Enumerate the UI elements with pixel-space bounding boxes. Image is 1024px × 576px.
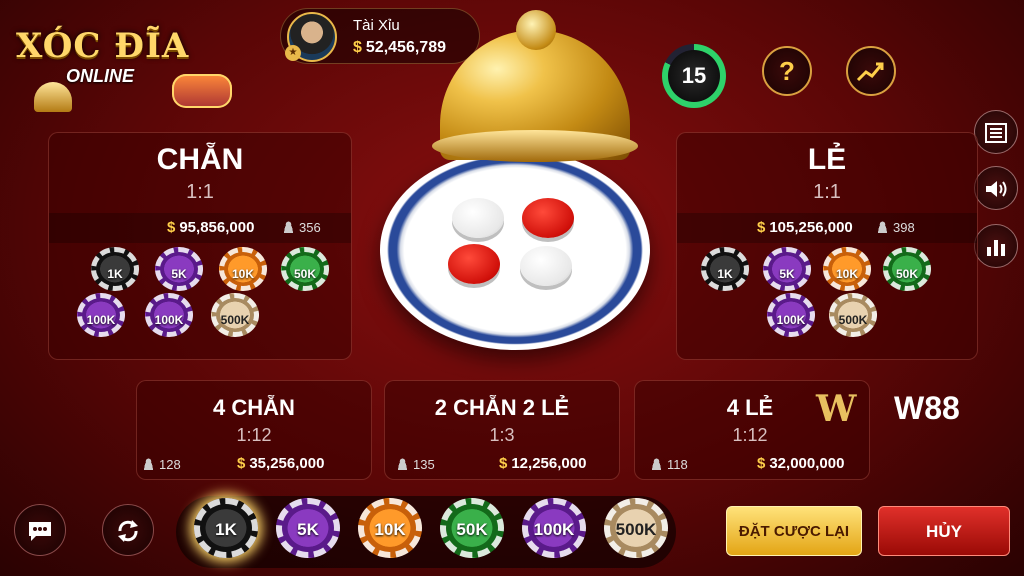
stats-icon xyxy=(987,240,1005,256)
player-balance: $52,456,789 xyxy=(353,39,446,56)
chip-select-1k[interactable]: 1K xyxy=(194,498,258,558)
trend-button[interactable] xyxy=(846,46,896,96)
chip-select-50k[interactable]: 50K xyxy=(440,498,504,558)
chat-icon xyxy=(29,522,51,541)
chip-100k[interactable]: 100K xyxy=(145,293,193,337)
countdown-timer: 15 xyxy=(662,44,726,108)
bet-stats: $95,856,000 356 xyxy=(49,213,351,243)
help-button[interactable]: ? xyxy=(762,46,812,96)
disc-white xyxy=(520,246,572,286)
chip-100k[interactable]: 100K xyxy=(77,293,125,337)
disc-red xyxy=(448,244,500,284)
stats-button[interactable] xyxy=(974,224,1018,268)
sound-button[interactable] xyxy=(974,166,1018,210)
bet-total-money: $35,256,000 xyxy=(237,455,325,472)
disc-red xyxy=(522,198,574,238)
logo-title: XÓC ĐĨA xyxy=(16,26,190,66)
timer-value: 15 xyxy=(668,50,720,102)
game-logo: XÓC ĐĨA ONLINE xyxy=(12,22,232,112)
bet-player-count: 118 xyxy=(651,457,688,472)
bet-total-money: $105,256,000 xyxy=(757,219,853,236)
bet-panel-chan[interactable]: CHẴN 1:1 $95,856,000 356 1K 5K 10K 50K 1… xyxy=(48,132,352,360)
person-icon xyxy=(283,221,294,233)
chip-select-100k[interactable]: 100K xyxy=(522,498,586,558)
chat-button[interactable] xyxy=(14,504,66,556)
bet-total-money: $12,256,000 xyxy=(499,455,587,472)
bet-panel-le[interactable]: LẺ 1:1 $105,256,000 398 1K 5K 10K 50K 10… xyxy=(676,132,978,360)
bet-panel-two-chan-two-le[interactable]: 2 CHẴN 2 LẺ 1:3 135 $12,256,000 xyxy=(384,380,620,480)
player-name: Tài Xỉu xyxy=(353,17,400,34)
chip-500k[interactable]: 500K xyxy=(211,293,259,337)
chip-50k[interactable]: 50K xyxy=(883,247,931,291)
refresh-icon xyxy=(118,520,138,542)
logo-bowl-icon xyxy=(34,82,72,112)
golden-bowl-rim xyxy=(432,130,638,162)
logo-subtitle: ONLINE xyxy=(66,66,135,86)
cancel-button[interactable]: HỦY xyxy=(878,506,1010,556)
bet-stats: $105,256,000 398 xyxy=(677,213,977,243)
bet-odds: 1:1 xyxy=(186,181,214,203)
bet-title: 2 CHẴN 2 LẺ xyxy=(434,395,570,420)
chip-100k[interactable]: 100K xyxy=(767,293,815,337)
bet-total-money: $95,856,000 xyxy=(167,219,255,236)
bet-player-count: 356 xyxy=(283,220,321,235)
bet-title: CHẴN xyxy=(156,143,244,176)
w88-text: W88 xyxy=(894,390,960,426)
golden-bowl-knob xyxy=(516,10,556,50)
chip-1k[interactable]: 1K xyxy=(701,247,749,291)
bet-title: LẺ xyxy=(807,143,847,176)
person-icon xyxy=(651,458,662,470)
vip-badge-icon: ★ xyxy=(285,45,301,61)
person-icon xyxy=(397,458,408,470)
chip-50k[interactable]: 50K xyxy=(281,247,329,291)
bet-player-count: 398 xyxy=(877,220,915,235)
disc-white xyxy=(452,198,504,238)
bet-odds: 1:1 xyxy=(813,181,841,203)
bet-total-money: $32,000,000 xyxy=(757,455,845,472)
sound-icon xyxy=(986,181,1007,197)
trend-icon xyxy=(856,62,884,82)
person-icon xyxy=(877,221,888,233)
chip-5k[interactable]: 5K xyxy=(763,247,811,291)
menu-button[interactable] xyxy=(974,110,1018,154)
chip-10k[interactable]: 10K xyxy=(219,247,267,291)
bet-player-count: 128 xyxy=(143,457,181,472)
chip-1k[interactable]: 1K xyxy=(91,247,139,291)
bet-odds: 1:3 xyxy=(489,425,515,445)
bet-panel-four-chan[interactable]: 4 CHẴN 1:12 128 $35,256,000 xyxy=(136,380,372,480)
chip-select-10k[interactable]: 10K xyxy=(358,498,422,558)
person-icon xyxy=(143,458,154,470)
bet-title: 4 CHẴN xyxy=(213,395,295,420)
refresh-button[interactable] xyxy=(102,504,154,556)
plate xyxy=(380,150,650,350)
chip-5k[interactable]: 5K xyxy=(155,247,203,291)
chip-select-500k[interactable]: 500K xyxy=(604,498,668,558)
chip-select-5k[interactable]: 5K xyxy=(276,498,340,558)
menu-icon xyxy=(985,123,1007,143)
chip-10k[interactable]: 10K xyxy=(823,247,871,291)
chip-500k[interactable]: 500K xyxy=(829,293,877,337)
bet-odds: 1:12 xyxy=(236,425,272,445)
rebet-button[interactable]: ĐẶT CƯỢC LẠI xyxy=(726,506,862,556)
bet-player-count: 135 xyxy=(397,457,435,472)
player-card[interactable]: ★ Tài Xỉu $52,456,789 xyxy=(280,8,480,64)
logo-chips-icon xyxy=(172,74,232,108)
w88-mark-icon: W xyxy=(816,388,856,430)
